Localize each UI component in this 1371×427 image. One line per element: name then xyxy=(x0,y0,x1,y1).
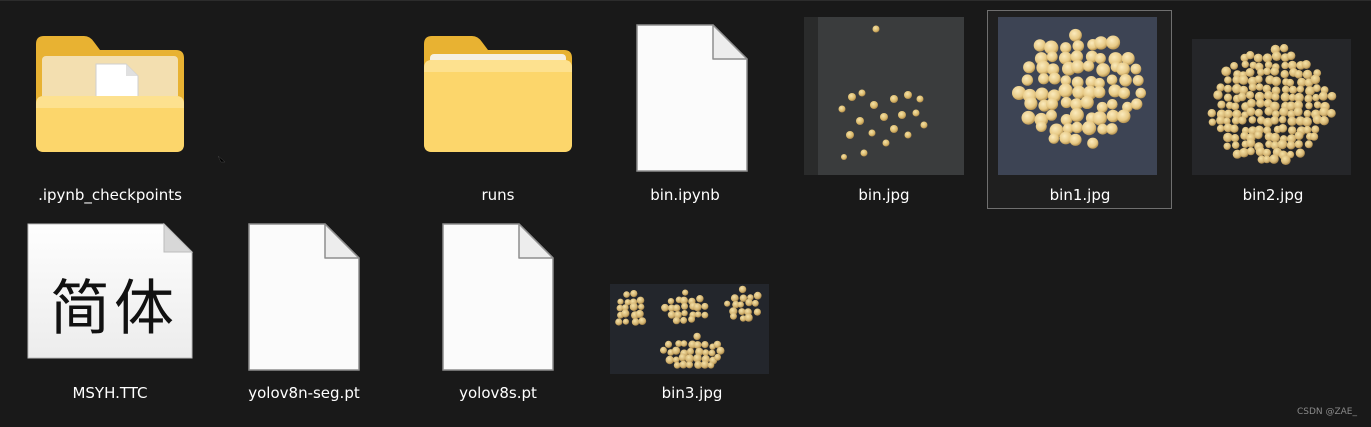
file-name: bin3.jpg xyxy=(661,384,723,402)
file-item-bin-jpg[interactable]: bin.jpg xyxy=(794,10,974,210)
folder-icon xyxy=(34,34,186,154)
file-item-yolov8s-pt[interactable]: yolov8s.pt xyxy=(408,218,588,408)
file-item-bin2-jpg[interactable]: bin2.jpg xyxy=(1183,10,1363,210)
mouse-cursor-icon xyxy=(218,156,226,163)
document-icon xyxy=(441,222,555,372)
folder-icon xyxy=(422,34,574,154)
file-item-bin1-jpg[interactable]: bin1.jpg xyxy=(988,10,1170,206)
file-item-runs[interactable]: runs xyxy=(408,20,588,210)
document-icon xyxy=(635,23,749,173)
image-thumbnail xyxy=(804,17,964,175)
file-item-yolov8n-seg-pt[interactable]: yolov8n-seg.pt xyxy=(214,218,394,408)
image-thumbnail xyxy=(998,17,1157,175)
file-name: yolov8n-seg.pt xyxy=(248,384,360,402)
file-item-ipynb-checkpoints[interactable]: .ipynb_checkpoints xyxy=(20,20,200,210)
file-name: .ipynb_checkpoints xyxy=(38,186,182,204)
image-thumbnail xyxy=(610,284,769,374)
file-item-bin3-jpg[interactable]: bin3.jpg xyxy=(602,218,782,408)
file-name: yolov8s.pt xyxy=(459,384,537,402)
font-preview-text: 简体 xyxy=(50,274,178,344)
file-name: bin1.jpg xyxy=(1049,186,1111,204)
image-thumbnail xyxy=(1192,39,1351,175)
top-border xyxy=(0,0,1371,1)
file-item-bin-ipynb[interactable]: bin.ipynb xyxy=(595,20,775,210)
file-name: runs xyxy=(481,186,515,204)
file-item-msyh-ttc[interactable]: 简体 MSYH.TTC xyxy=(20,218,200,408)
file-name: bin.ipynb xyxy=(650,186,720,204)
file-name: bin2.jpg xyxy=(1242,186,1304,204)
watermark: CSDN @ZAE_ xyxy=(1296,407,1357,417)
file-name: bin.jpg xyxy=(858,186,910,204)
document-icon xyxy=(247,222,361,372)
file-name: MSYH.TTC xyxy=(72,384,148,402)
